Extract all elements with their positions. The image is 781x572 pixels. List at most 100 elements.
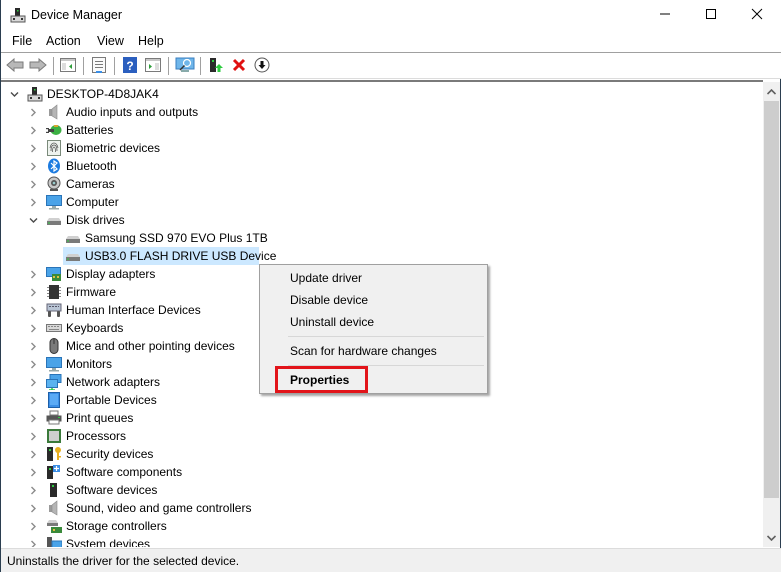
menu-item-scan-hardware-changes[interactable]: Scan for hardware changes [290, 344, 437, 358]
help-button[interactable]: ? [121, 56, 139, 76]
menu-bar: File Action View Help [1, 31, 781, 53]
tree-item-label: Computer [66, 195, 119, 209]
menu-file[interactable]: File [12, 34, 32, 48]
tree-item-label: Monitors [66, 357, 113, 371]
collapse-chevron-right-icon[interactable] [28, 485, 38, 495]
collapse-chevron-right-icon[interactable] [28, 413, 38, 423]
tree-device[interactable]: Samsung SSD 970 EVO Plus 1TB [1, 229, 761, 247]
disable-device-button[interactable] [253, 57, 271, 75]
maximize-button[interactable] [688, 0, 734, 31]
show-hide-console-tree-button[interactable] [59, 57, 77, 75]
scan-hardware-button[interactable] [174, 57, 196, 75]
collapse-chevron-right-icon[interactable] [28, 377, 38, 387]
menu-view[interactable]: View [97, 34, 124, 48]
toolbar-separator [53, 57, 54, 75]
close-button[interactable] [734, 0, 780, 31]
menu-item-disable-device[interactable]: Disable device [290, 293, 368, 307]
tree-item-label: Audio inputs and outputs [66, 105, 199, 119]
tree-category[interactable]: Software components [1, 463, 761, 481]
bluetooth-icon [46, 158, 62, 174]
expand-chevron-down-icon[interactable] [28, 215, 38, 225]
network-icon [46, 374, 62, 391]
scroll-down-button[interactable] [763, 528, 780, 545]
collapse-chevron-right-icon[interactable] [28, 179, 38, 189]
collapse-chevron-right-icon[interactable] [28, 305, 38, 315]
portable-device-icon [46, 392, 62, 408]
collapse-chevron-right-icon[interactable] [28, 341, 38, 351]
back-button[interactable] [6, 57, 24, 75]
tree-category[interactable]: Batteries [1, 121, 761, 139]
chevron-up-icon [766, 84, 777, 98]
update-driver-icon [208, 57, 224, 76]
uninstall-device-button[interactable] [230, 57, 248, 75]
collapse-chevron-right-icon[interactable] [28, 539, 38, 547]
help-icon: ? [122, 56, 138, 76]
tree-category[interactable]: Disk drives [1, 211, 761, 229]
expand-chevron-down-icon[interactable] [9, 89, 19, 99]
menu-item-uninstall-device[interactable]: Uninstall device [290, 315, 374, 329]
properties-icon [91, 56, 107, 76]
tree-category[interactable]: Cameras [1, 175, 761, 193]
show-hide-action-pane-button[interactable] [144, 57, 162, 75]
minimize-button[interactable] [642, 0, 688, 31]
console-tree-icon [60, 57, 76, 75]
scrollbar-thumb[interactable] [764, 101, 779, 498]
tree-category[interactable]: Storage controllers [1, 517, 761, 535]
collapse-chevron-right-icon[interactable] [28, 359, 38, 369]
software-device-icon [46, 482, 62, 498]
collapse-chevron-right-icon[interactable] [28, 269, 38, 279]
battery-icon [46, 122, 62, 138]
security-key-icon [46, 446, 62, 462]
toolbar: ? [1, 53, 781, 79]
update-driver-button[interactable] [207, 57, 225, 75]
properties-button[interactable] [90, 56, 108, 76]
collapse-chevron-right-icon[interactable] [28, 197, 38, 207]
tree-category[interactable]: Bluetooth [1, 157, 761, 175]
status-bar: Uninstalls the driver for the selected d… [1, 548, 781, 572]
menu-separator [288, 336, 484, 337]
tree-root-computer[interactable]: DESKTOP-4D8JAK4 [1, 85, 761, 103]
collapse-chevron-right-icon[interactable] [28, 143, 38, 153]
vertical-scrollbar[interactable] [763, 82, 780, 547]
collapse-chevron-right-icon[interactable] [28, 161, 38, 171]
computer-root-icon [27, 86, 43, 102]
tree-category[interactable]: Computer [1, 193, 761, 211]
speaker-icon [46, 104, 62, 120]
tree-item-label: Bluetooth [66, 159, 117, 173]
tree-category[interactable]: Biometric devices [1, 139, 761, 157]
tree-category[interactable]: Audio inputs and outputs [1, 103, 761, 121]
collapse-chevron-right-icon[interactable] [28, 521, 38, 531]
tree-category[interactable]: Software devices [1, 481, 761, 499]
collapse-chevron-right-icon[interactable] [28, 107, 38, 117]
disk-drive-icon [65, 248, 81, 264]
collapse-chevron-right-icon[interactable] [28, 287, 38, 297]
collapse-chevron-right-icon[interactable] [28, 323, 38, 333]
title-bar: Device Manager [1, 0, 781, 31]
tree-device-selected[interactable]: USB3.0 FLASH DRIVE USB Device [1, 247, 761, 265]
tree-category[interactable]: System devices [1, 535, 761, 547]
tree-item-label: Software devices [66, 483, 158, 497]
collapse-chevron-right-icon[interactable] [28, 125, 38, 135]
tree-item-label: Mice and other pointing devices [66, 339, 235, 353]
properties-highlight-box [275, 366, 368, 393]
tree-item-label: Disk drives [66, 213, 125, 227]
tree-category[interactable]: Sound, video and game controllers [1, 499, 761, 517]
collapse-chevron-right-icon[interactable] [28, 431, 38, 441]
tree-category[interactable]: Print queues [1, 409, 761, 427]
collapse-chevron-right-icon[interactable] [28, 503, 38, 513]
menu-item-update-driver[interactable]: Update driver [290, 271, 362, 285]
forward-button[interactable] [29, 57, 47, 75]
tree-item-label: System devices [66, 537, 151, 547]
collapse-chevron-right-icon[interactable] [28, 395, 38, 405]
arrow-right-icon [29, 57, 47, 75]
monitor-icon [46, 194, 62, 210]
menu-action[interactable]: Action [46, 34, 81, 48]
collapse-chevron-right-icon[interactable] [28, 467, 38, 477]
scroll-up-button[interactable] [763, 82, 780, 99]
collapse-chevron-right-icon[interactable] [28, 449, 38, 459]
menu-help[interactable]: Help [138, 34, 164, 48]
tree-item-label: Network adapters [66, 375, 161, 389]
tree-category[interactable]: Processors [1, 427, 761, 445]
display-adapter-icon [46, 266, 62, 282]
tree-category[interactable]: Security devices [1, 445, 761, 463]
